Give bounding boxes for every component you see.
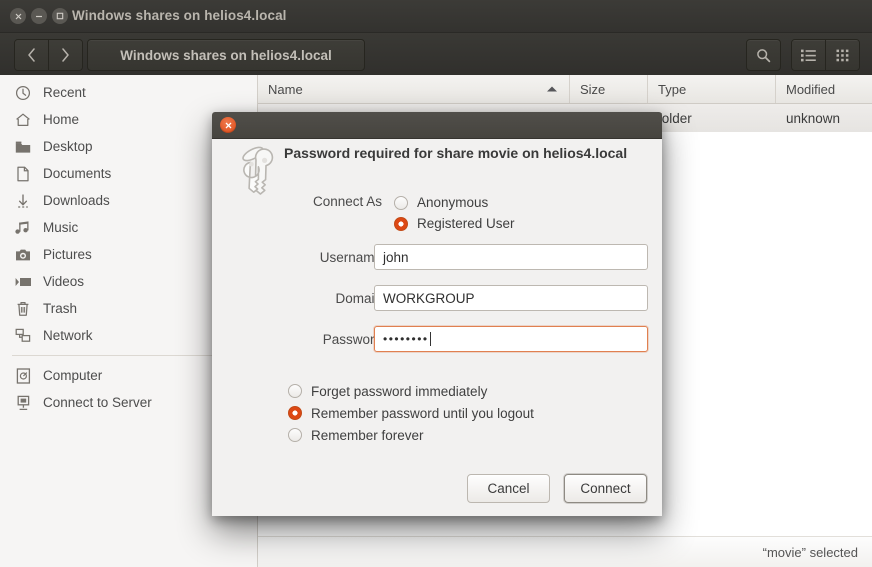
toolbar: Windows shares on helios4.local — [0, 33, 872, 77]
maximize-icon[interactable] — [52, 8, 68, 24]
sort-ascending-icon — [547, 86, 557, 92]
back-button[interactable] — [15, 40, 48, 70]
column-header-label: Type — [658, 81, 687, 97]
username-label: Username — [319, 250, 382, 265]
radio-registered-user[interactable]: Registered User — [394, 213, 515, 234]
search-icon — [757, 48, 771, 62]
status-text: “movie” selected — [762, 544, 858, 560]
camera-icon — [14, 246, 32, 264]
document-icon — [14, 165, 32, 183]
radio-forget-immediately[interactable]: Forget password immediately — [288, 380, 534, 402]
sidebar-item-label: Computer — [43, 368, 103, 383]
network-icon — [14, 327, 32, 345]
sidebar-item-label: Home — [43, 112, 80, 127]
connect-as-radio-group: Anonymous Registered User — [394, 192, 515, 234]
password-input[interactable]: •••••••• — [374, 326, 648, 352]
dialog-titlebar — [212, 112, 662, 139]
minimize-icon[interactable] — [31, 8, 47, 24]
column-header-size[interactable]: Size — [570, 75, 648, 103]
sidebar-item-label: Videos — [43, 274, 85, 289]
column-header-type[interactable]: Type — [648, 75, 776, 103]
grid-view-icon — [836, 49, 848, 61]
sidebar-item-label: Recent — [43, 85, 86, 100]
video-icon — [14, 273, 32, 291]
domain-input[interactable]: WORKGROUP — [374, 285, 648, 311]
radio-label: Remember forever — [311, 427, 424, 443]
password-label: Password — [322, 332, 382, 347]
sidebar-item-label: Trash — [43, 301, 78, 316]
close-icon[interactable] — [10, 8, 26, 24]
server-icon — [14, 394, 32, 412]
radio-anonymous[interactable]: Anonymous — [394, 192, 515, 213]
sidebar-item-label: Connect to Server — [43, 395, 152, 410]
trash-icon — [14, 300, 32, 318]
username-value: john — [383, 249, 409, 265]
remember-radio-group: Forget password immediately Remember pas… — [288, 380, 534, 446]
sidebar-item-label: Pictures — [43, 247, 92, 262]
home-icon — [14, 111, 32, 129]
column-header-name[interactable]: Name — [258, 75, 570, 103]
dialog-heading: Password required for share movie on hel… — [284, 145, 628, 161]
sidebar-item-label: Downloads — [43, 193, 110, 208]
radio-label: Forget password immediately — [311, 383, 488, 399]
path-bar-label: Windows shares on helios4.local — [120, 47, 332, 63]
column-headers: Name Size Type Modified — [258, 75, 872, 104]
username-input[interactable]: john — [374, 244, 648, 270]
radio-indicator-selected — [288, 406, 302, 420]
connect-button-label: Connect — [580, 481, 631, 496]
grid-view-button[interactable] — [825, 40, 859, 70]
path-bar-button[interactable]: Windows shares on helios4.local — [87, 39, 365, 71]
column-header-label: Modified — [786, 81, 836, 97]
search-button[interactable] — [746, 39, 781, 71]
status-bar: “movie” selected — [258, 536, 872, 567]
window-titlebar: Windows shares on helios4.local — [0, 0, 872, 33]
sidebar-item-label: Desktop — [43, 139, 93, 154]
music-icon — [14, 219, 32, 237]
download-icon — [14, 192, 32, 210]
sidebar-item-recent[interactable]: Recent — [0, 79, 257, 106]
text-caret — [429, 332, 431, 346]
view-mode-group — [791, 39, 860, 71]
clock-icon — [14, 84, 32, 102]
radio-remember-forever[interactable]: Remember forever — [288, 424, 534, 446]
toolbar-right-group — [746, 39, 860, 71]
forward-button[interactable] — [48, 40, 82, 70]
computer-icon — [14, 367, 32, 385]
sidebar-item-label: Music — [43, 220, 79, 235]
sidebar-item-label: Documents — [43, 166, 112, 181]
domain-label: Domain — [335, 291, 382, 306]
connect-button[interactable]: Connect — [564, 474, 647, 503]
radio-label: Anonymous — [417, 195, 489, 210]
domain-value: WORKGROUP — [383, 290, 475, 306]
window-title: Windows shares on helios4.local — [72, 8, 287, 23]
list-view-button[interactable] — [792, 40, 825, 70]
radio-indicator — [288, 428, 302, 442]
dialog-button-row: Cancel Connect — [467, 474, 647, 503]
radio-remember-until-logout[interactable]: Remember password until you logout — [288, 402, 534, 424]
window-controls — [10, 8, 68, 24]
column-header-modified[interactable]: Modified — [776, 75, 872, 103]
list-view-icon — [801, 49, 816, 61]
cancel-button[interactable]: Cancel — [467, 474, 550, 503]
connect-as-label: Connect As — [312, 194, 382, 209]
radio-indicator — [394, 195, 408, 210]
radio-indicator — [288, 384, 302, 398]
cell-modified: unknown — [786, 110, 841, 126]
column-header-label: Name — [268, 81, 303, 97]
radio-indicator-selected — [394, 216, 408, 231]
dialog-close-icon[interactable] — [220, 117, 236, 133]
column-header-label: Size — [580, 81, 606, 97]
radio-label: Remember password until you logout — [311, 405, 534, 421]
screen: Windows shares on helios4.local Windows … — [0, 0, 872, 567]
password-value: •••••••• — [383, 332, 429, 346]
sidebar-item-label: Network — [43, 328, 93, 343]
password-dialog: Password required for share movie on hel… — [212, 112, 662, 516]
cell-type: folder — [658, 110, 692, 126]
keyring-icon — [232, 140, 288, 196]
navigation-buttons — [14, 39, 83, 71]
radio-label: Registered User — [417, 216, 515, 231]
folder-icon — [14, 138, 32, 156]
cancel-button-label: Cancel — [487, 481, 530, 496]
